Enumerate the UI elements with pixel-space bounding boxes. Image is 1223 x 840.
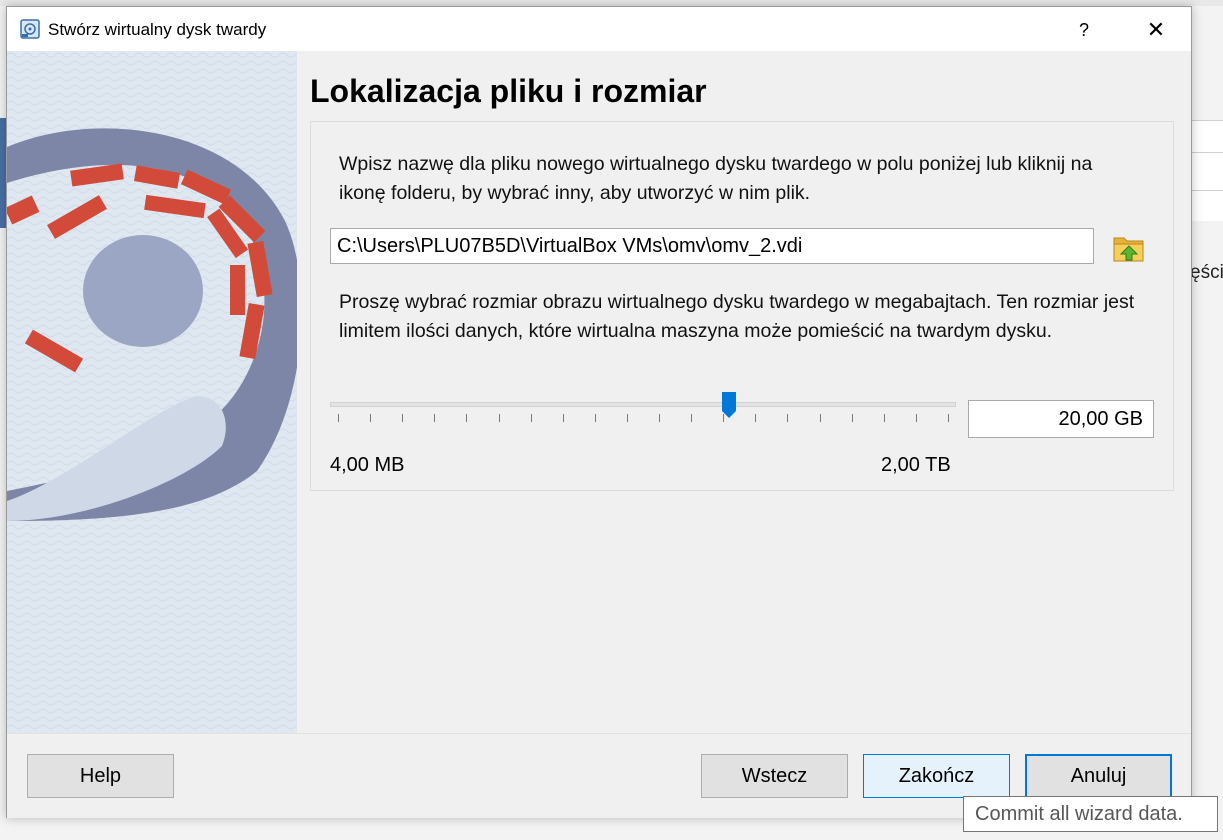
slider-tick: [595, 414, 596, 422]
hard-disk-illustration: [7, 51, 297, 733]
file-path-input[interactable]: [330, 228, 1094, 264]
slider-ticks: [330, 414, 956, 426]
slider-tick: [659, 414, 660, 422]
slider-tick: [916, 414, 917, 422]
slider-tick: [370, 414, 371, 422]
slider-tick: [434, 414, 435, 422]
back-button[interactable]: Wstecz: [701, 754, 848, 798]
background-partial-text: ęścia: [1190, 262, 1223, 283]
background-divider: [1192, 152, 1223, 153]
slider-tick: [755, 414, 756, 422]
slider-tick: [627, 414, 628, 422]
finish-tooltip: Commit all wizard data.: [963, 796, 1218, 832]
size-description: Proszę wybrać rozmiar obrazu wirtualnego…: [339, 291, 1135, 342]
cancel-button[interactable]: Anuluj: [1025, 754, 1172, 798]
slider-tick: [787, 414, 788, 422]
slider-tick: [531, 414, 532, 422]
slider-tick: [884, 414, 885, 422]
help-title-button[interactable]: ?: [1069, 15, 1099, 45]
wizard-side-illustration: [7, 51, 297, 733]
slider-tick: [563, 414, 564, 422]
slider-tick: [338, 414, 339, 422]
virtualbox-disk-icon: [20, 19, 40, 39]
slider-tick: [466, 414, 467, 422]
slider-tick: [499, 414, 500, 422]
location-description: Wpisz nazwę dla pliku nowego wirtualnego…: [339, 153, 1093, 204]
slider-thumb[interactable]: [722, 392, 736, 418]
disk-size-input[interactable]: 20,00 GB: [968, 400, 1154, 438]
folder-open-icon[interactable]: [1111, 230, 1147, 266]
location-size-panel: Wpisz nazwę dla pliku nowego wirtualnego…: [310, 121, 1174, 491]
finish-button[interactable]: Zakończ: [863, 754, 1010, 798]
window-title: Stwórz wirtualny dysk twardy: [48, 20, 267, 39]
slider-tick: [820, 414, 821, 422]
background-divider: [1192, 190, 1223, 191]
create-virtual-disk-dialog: Stwórz wirtualny dysk twardy ? ✕ Lokaliz…: [6, 6, 1192, 818]
slider-tick: [852, 414, 853, 422]
slider-tick: [948, 414, 949, 422]
page-title: Lokalizacja pliku i rozmiar: [310, 73, 707, 109]
title-bar[interactable]: Stwórz wirtualny dysk twardy ? ✕: [7, 7, 1191, 51]
close-button[interactable]: ✕: [1141, 15, 1171, 45]
disk-size-slider[interactable]: [330, 392, 956, 436]
slider-tick: [691, 414, 692, 422]
background-right-panel: [1192, 120, 1223, 221]
slider-tick: [402, 414, 403, 422]
slider-max-label: 2,00 TB: [881, 454, 951, 476]
slider-track[interactable]: [330, 402, 956, 407]
help-button[interactable]: Help: [27, 754, 174, 798]
slider-min-label: 4,00 MB: [330, 454, 405, 476]
